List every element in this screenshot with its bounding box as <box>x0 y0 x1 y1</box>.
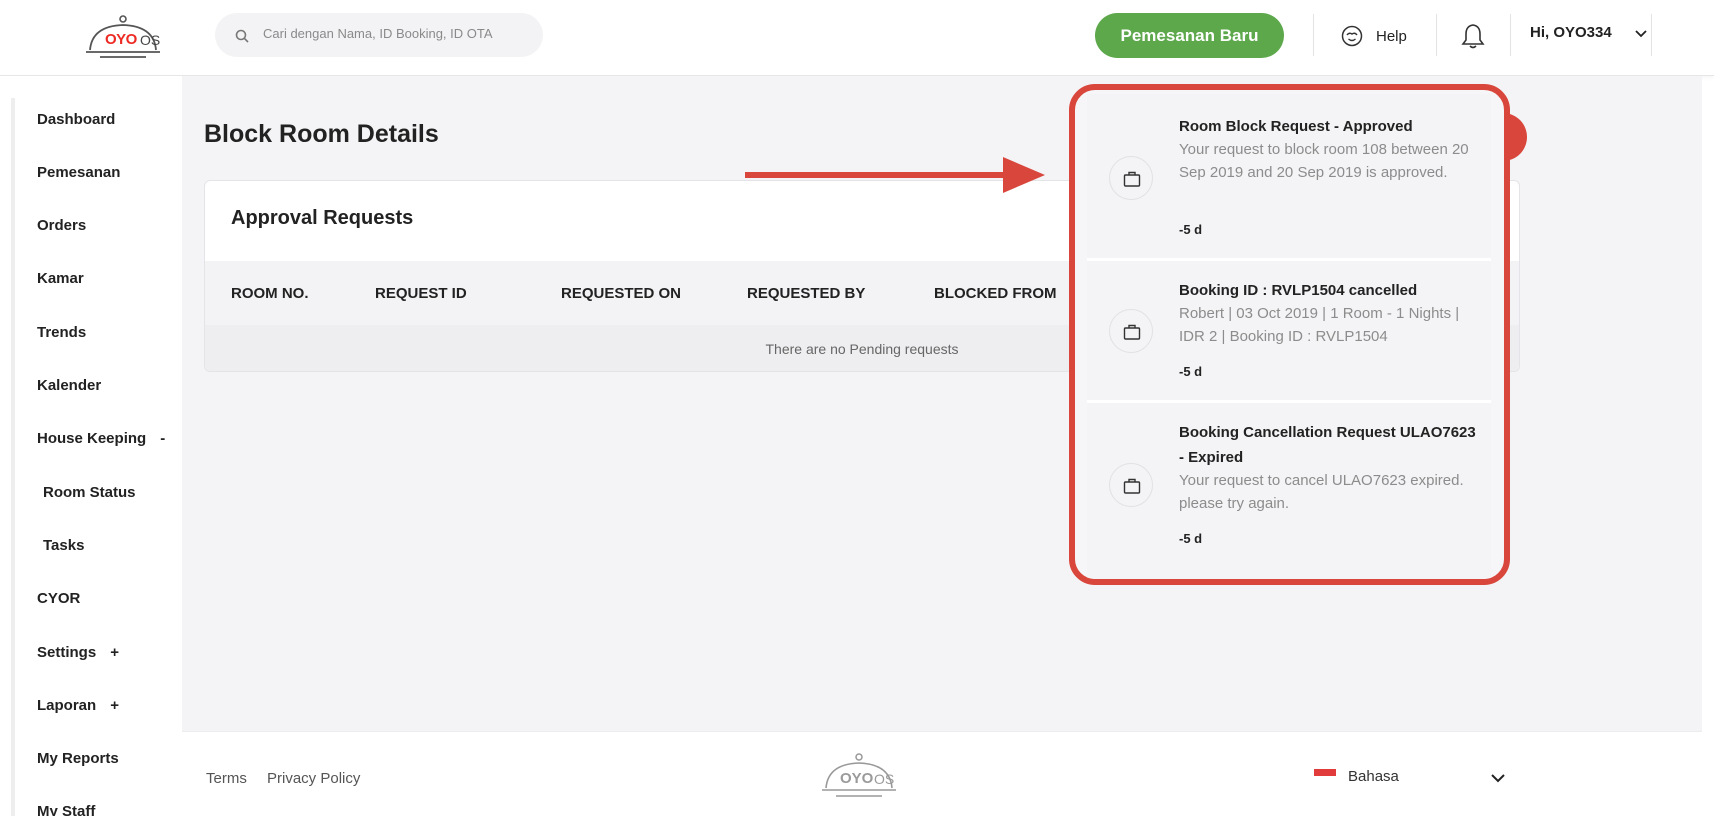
sidebar-item-label: Settings <box>37 644 97 661</box>
expand-toggle[interactable]: + <box>110 697 119 714</box>
column-header-requested-on: REQUESTED ON <box>561 285 682 302</box>
notification-body: Your request to cancel ULAO7623 expired.… <box>1179 472 1464 512</box>
sidebar-item-my-staff[interactable]: My Staff <box>37 803 95 816</box>
sidebar-item-dashboard[interactable]: Dashboard <box>37 111 115 128</box>
user-menu[interactable]: Hi, OYO334 <box>1530 24 1647 41</box>
sidebar-item-orders[interactable]: Orders <box>37 217 86 234</box>
notification-title: Booking Cancellation Request ULAO7623 - … <box>1179 424 1476 466</box>
sidebar-item-laporan[interactable]: Laporan + <box>37 697 119 714</box>
search-placeholder: Cari dengan Nama, ID Booking, ID OTA <box>263 26 493 41</box>
footer: Terms Privacy Policy OYO OS Bahasa <box>182 731 1702 816</box>
column-header-requested-by: REQUESTED BY <box>747 285 866 302</box>
sidebar-item-label: My Reports <box>37 750 119 767</box>
header-divider <box>1510 14 1511 56</box>
notification-item[interactable]: Booking ID : RVLP1504 cancelled Robert |… <box>1087 261 1491 403</box>
sidebar-item-label: CYOR <box>37 590 81 607</box>
indonesia-flag-icon <box>1314 769 1336 783</box>
notification-item[interactable]: Room Block Request - Approved Your reque… <box>1087 94 1491 261</box>
top-header: OYO OS Cari dengan Nama, ID Booking, ID … <box>0 0 1714 76</box>
briefcase-icon <box>1123 171 1141 187</box>
sidebar: Dashboard Pemesanan Orders Kamar Trends … <box>0 76 182 816</box>
privacy-policy-link[interactable]: Privacy Policy <box>267 770 360 787</box>
sidebar-item-house-keeping[interactable]: House Keeping - <box>37 430 165 447</box>
sidebar-item-label: Room Status <box>43 484 136 501</box>
help-icon <box>1341 25 1363 47</box>
sidebar-item-label: Dashboard <box>37 111 116 128</box>
sidebar-item-settings[interactable]: Settings + <box>37 644 119 661</box>
notification-body: Your request to block room 108 between 2… <box>1179 141 1469 181</box>
sidebar-item-cyor[interactable]: CYOR <box>37 590 80 607</box>
search-input[interactable]: Cari dengan Nama, ID Booking, ID OTA <box>215 13 543 57</box>
notification-bell-icon[interactable] <box>1460 22 1486 50</box>
notification-title: Room Block Request - Approved <box>1179 118 1413 135</box>
help-label: Help <box>1376 28 1407 45</box>
new-booking-button[interactable]: Pemesanan Baru <box>1095 13 1284 58</box>
logo-wordmark: OYO <box>105 31 137 48</box>
sidebar-item-trends[interactable]: Trends <box>37 324 86 341</box>
sidebar-rail <box>11 98 15 816</box>
header-divider <box>1651 14 1652 56</box>
notification-icon-wrap <box>1109 463 1153 507</box>
collapse-toggle[interactable]: - <box>160 430 165 447</box>
sidebar-item-label: Orders <box>37 217 87 234</box>
column-header-room-no: ROOM NO. <box>231 285 309 302</box>
sidebar-item-room-status[interactable]: Room Status <box>43 484 136 501</box>
terms-link[interactable]: Terms <box>206 770 247 787</box>
sidebar-item-label: Laporan <box>37 697 97 714</box>
briefcase-icon <box>1123 478 1141 494</box>
language-label: Bahasa <box>1348 768 1399 785</box>
sidebar-item-label: Trends <box>37 324 87 341</box>
sidebar-item-label: My Staff <box>37 803 96 816</box>
sidebar-item-kamar[interactable]: Kamar <box>37 270 84 287</box>
footer-logo: OYO OS <box>814 752 904 800</box>
sidebar-item-tasks[interactable]: Tasks <box>43 537 84 554</box>
sidebar-item-kalender[interactable]: Kalender <box>37 377 101 394</box>
sidebar-item-pemesanan[interactable]: Pemesanan <box>37 164 120 181</box>
notifications-panel: Room Block Request - Approved Your reque… <box>1069 84 1510 585</box>
chevron-down-icon <box>1491 774 1505 783</box>
sidebar-item-label: Kamar <box>37 270 84 287</box>
notification-item[interactable]: Booking Cancellation Request ULAO7623 - … <box>1087 403 1491 579</box>
notification-time: -5 d <box>1179 364 1203 379</box>
sidebar-item-label: Kalender <box>37 377 102 394</box>
notification-title: Booking ID : RVLP1504 cancelled <box>1179 282 1418 299</box>
expand-toggle[interactable]: + <box>110 644 119 661</box>
briefcase-icon <box>1123 324 1141 340</box>
sidebar-item-label: House Keeping <box>37 430 147 447</box>
app-page: OYO OS Cari dengan Nama, ID Booking, ID … <box>0 0 1714 816</box>
notification-body: Robert | 03 Oct 2019 | 1 Room - 1 Nights… <box>1179 305 1460 345</box>
footer-logo-wordmark: OYO <box>840 770 874 787</box>
page-title: Block Room Details <box>204 120 439 148</box>
annotation-arrow-icon <box>745 157 1045 193</box>
header-divider <box>1436 14 1437 56</box>
notification-icon-wrap <box>1109 156 1153 200</box>
notification-time: -5 d <box>1179 222 1203 237</box>
sidebar-item-my-reports[interactable]: My Reports <box>37 750 119 767</box>
chevron-down-icon <box>1635 30 1647 38</box>
notification-time: -5 d <box>1179 531 1203 546</box>
oyo-os-logo[interactable]: OYO OS <box>76 14 166 60</box>
user-greeting: Hi, OYO334 <box>1530 24 1612 41</box>
header-divider <box>1313 14 1314 56</box>
sidebar-item-label: Pemesanan <box>37 164 121 181</box>
notification-icon-wrap <box>1109 309 1153 353</box>
search-icon <box>235 29 249 43</box>
sidebar-item-label: Tasks <box>43 537 85 554</box>
card-title: Approval Requests <box>231 207 414 229</box>
logo-os-text: OS <box>140 32 161 48</box>
column-header-request-id: REQUEST ID <box>375 285 467 302</box>
column-header-blocked-from: BLOCKED FROM <box>934 285 1057 302</box>
footer-logo-os-text: OS <box>874 771 895 787</box>
